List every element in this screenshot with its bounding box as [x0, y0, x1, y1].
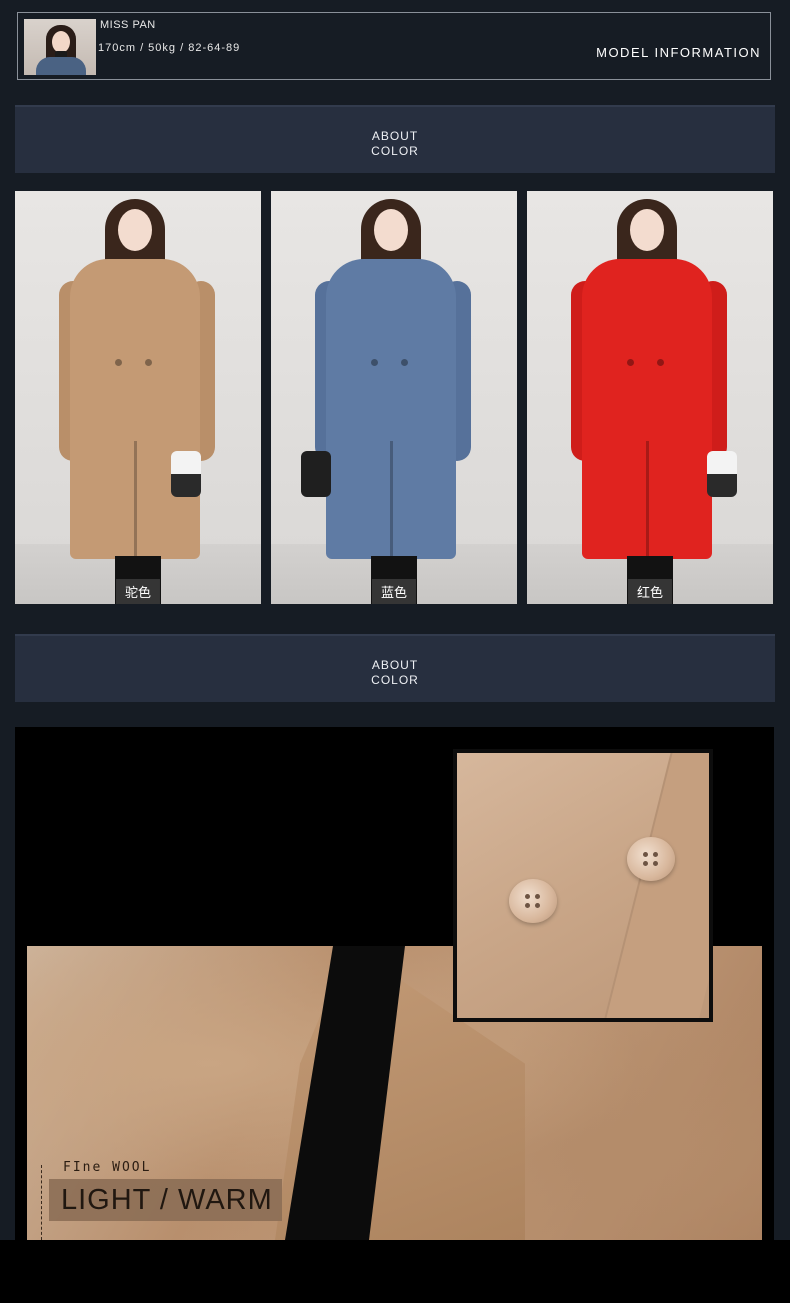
model-info-bar: MISS PAN 170cm / 50kg / 82-64-89 MODEL I… [17, 12, 771, 80]
model-name: MISS PAN [100, 19, 156, 31]
tagline-fine-wool: FIne WOOL [63, 1160, 152, 1175]
about-color-header-2: ABOUT COLOR [15, 634, 775, 702]
color-card-blue[interactable]: 蓝色 [271, 191, 517, 604]
header-line-color: COLOR [371, 144, 419, 158]
coat-button-right [627, 837, 675, 881]
button-detail-inset [453, 749, 713, 1022]
about-color-header-1: ABOUT COLOR [15, 105, 775, 173]
header-line-about: ABOUT [371, 658, 419, 672]
fabric-detail-section: FIne WOOL LIGHT / WARM [15, 727, 774, 1240]
color-card-camel[interactable]: 驼色 [15, 191, 261, 604]
coat-button-left [509, 879, 557, 923]
model-stats: 170cm / 50kg / 82-64-89 [98, 42, 241, 54]
header-line-about: ABOUT [371, 129, 419, 143]
color-card-red[interactable]: 红色 [527, 191, 773, 604]
model-avatar [24, 19, 96, 75]
bottom-band [0, 1240, 790, 1303]
tagline-light-warm: LIGHT / WARM [49, 1179, 282, 1221]
tagline-divider [41, 1165, 42, 1240]
header-line-color: COLOR [371, 673, 419, 687]
color-label-blue: 蓝色 [371, 579, 417, 604]
color-label-camel: 驼色 [115, 579, 161, 604]
model-information-title: MODEL INFORMATION [596, 45, 761, 60]
color-label-red: 红色 [627, 579, 673, 604]
